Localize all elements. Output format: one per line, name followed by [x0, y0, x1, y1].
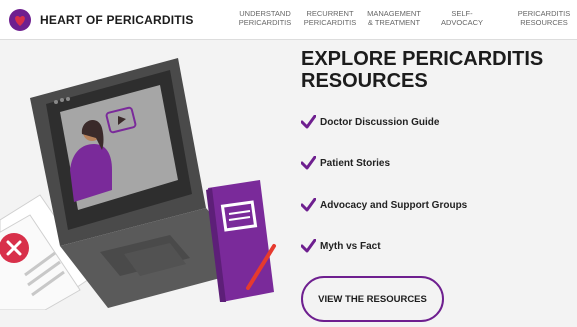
- resource-link-doctor-discussion-guide[interactable]: Doctor Discussion Guide: [301, 115, 439, 129]
- resource-link-myth-vs-fact[interactable]: Myth vs Fact: [301, 239, 381, 253]
- nav-label-line: SELF-: [451, 9, 473, 18]
- resource-label: Patient Stories: [320, 157, 391, 169]
- nav-label-line: PERICARDITIS: [303, 18, 357, 27]
- resource-label: Myth vs Fact: [320, 240, 381, 252]
- view-resources-button[interactable]: VIEW THE RESOURCES: [301, 276, 444, 322]
- nav-pericarditis-resources[interactable]: PERICARDITIS RESOURCES: [513, 9, 575, 27]
- heart-logo-icon: [9, 9, 31, 31]
- nav-label-line: ADVOCACY: [440, 18, 484, 27]
- nav-label-line: MANAGEMENT: [367, 9, 421, 18]
- nav-label-line: RESOURCES: [520, 18, 568, 27]
- nav-label-line: PERICARDITIS: [238, 18, 292, 27]
- title-line: EXPLORE PERICARDITIS: [301, 48, 544, 70]
- nav-label-line: RECURRENT: [306, 9, 354, 18]
- site-header: HEART OF PERICARDITIS UNDERSTAND PERICAR…: [0, 0, 577, 40]
- title-line: RESOURCES: [301, 70, 428, 92]
- logo-text: HEART OF PERICARDITIS: [40, 13, 194, 27]
- laptop-video-call-illustration: [0, 40, 290, 310]
- nav-self-advocacy[interactable]: SELF- ADVOCACY: [430, 9, 494, 27]
- purple-checkmark-icon: [301, 198, 316, 212]
- purple-checkmark-icon: [301, 239, 316, 253]
- resource-link-advocacy-support-groups[interactable]: Advocacy and Support Groups: [301, 198, 467, 212]
- nav-understand-pericarditis[interactable]: UNDERSTAND PERICARDITIS: [233, 9, 297, 27]
- resource-label: Doctor Discussion Guide: [320, 116, 440, 128]
- purple-checkmark-icon: [301, 115, 316, 129]
- resource-label: Advocacy and Support Groups: [320, 199, 468, 211]
- nav-label-line: PERICARDITIS: [517, 9, 571, 18]
- page-title: EXPLORE PERICARDITIS RESOURCES: [301, 48, 571, 92]
- site-logo[interactable]: HEART OF PERICARDITIS: [8, 8, 194, 32]
- nav-label-line: UNDERSTAND: [239, 9, 291, 18]
- nav-recurrent-pericarditis[interactable]: RECURRENT PERICARDITIS: [298, 9, 362, 27]
- nav-label-line: & TREATMENT: [367, 18, 421, 27]
- purple-checkmark-icon: [301, 156, 316, 170]
- resource-link-patient-stories[interactable]: Patient Stories: [301, 156, 390, 170]
- nav-management-treatment[interactable]: MANAGEMENT & TREATMENT: [362, 9, 426, 27]
